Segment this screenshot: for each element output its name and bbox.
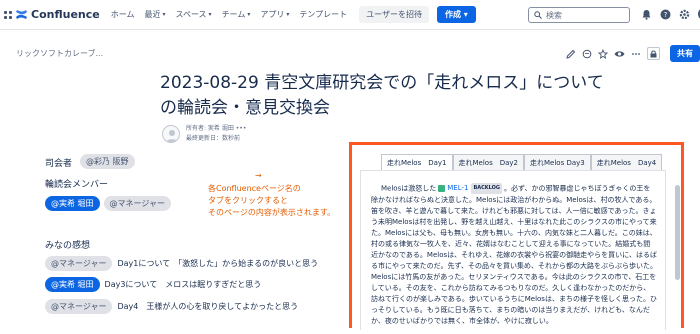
annotation-line: 各Confluenceページ名の xyxy=(208,184,301,193)
breadcrumb[interactable]: リックソフトカレーブ... xyxy=(16,48,103,59)
user-mention[interactable]: @マネージャー xyxy=(103,196,171,211)
tab-day3[interactable]: 走れMelos Day3 xyxy=(524,154,591,170)
nav-item-teams[interactable]: チーム ▾ xyxy=(222,9,251,20)
user-mention[interactable]: @マネージャー xyxy=(45,256,113,271)
tab-content: Melosは激怒した MEL-1 BACKLOG 。必ず、かの邪智暴虐じゃちぼうぎゃく… xyxy=(360,170,666,330)
nav-item-apps[interactable]: アプリ ▾ xyxy=(260,9,289,20)
byline: 所有者: 実希 堀田 ••• 最終更新日：数秒前 xyxy=(162,124,246,144)
search-placeholder: 検索 xyxy=(546,10,562,20)
watch-icon[interactable] xyxy=(614,49,625,59)
top-nav: Confluence ホーム 最近 ▾ スペース ▾ チーム ▾ アプリ ▾ テンプレー… xyxy=(0,0,700,30)
search-input[interactable]: 検索 xyxy=(528,7,630,23)
user-mention[interactable]: @実希 堀田 xyxy=(45,196,100,211)
list-item: @マネージャー Day4 王様が人の心を取り戻してよかったと思う xyxy=(45,299,298,314)
page-toolbar: 共有 xyxy=(566,45,700,62)
scrollbar-thumb[interactable] xyxy=(675,185,680,280)
list-item: @実希 堀田 Day3について メロスは眠りすぎだと思う xyxy=(45,277,261,292)
members-label: 輪読会メンバー xyxy=(45,180,109,190)
members-row: @実希 堀田 @マネージャー xyxy=(45,196,171,211)
create-button[interactable]: 作成 ▾ xyxy=(436,6,476,23)
page-tabs: 走れMelos Day1 走れMelos Day2 走れMelos Day3 走… xyxy=(381,154,663,170)
share-button[interactable]: 共有 xyxy=(670,45,700,62)
impressions-label: みなの感想 xyxy=(45,241,91,251)
annotation-line: タブをクリックすると xyxy=(208,196,288,205)
tab-content-text: Melosは激怒した MEL-1 BACKLOG 。必ず、かの邪智暴虐じゃちぼうぎゃく… xyxy=(371,183,657,327)
nav-item-home[interactable]: ホーム xyxy=(111,9,135,20)
user-mention[interactable]: @彩乃 阪野 xyxy=(80,154,135,169)
nav-item-label: チーム xyxy=(221,10,246,19)
more-icon[interactable] xyxy=(631,49,641,59)
logo-text: Confluence xyxy=(31,8,100,21)
page-title: 2023-08-29 青空文庫研究会での「走れメロス」についての輪読会・意見交換… xyxy=(160,73,604,118)
nav-icons: ? xyxy=(641,8,700,20)
nav-item-spaces[interactable]: スペース ▾ xyxy=(176,9,212,20)
more-icon[interactable]: ••• xyxy=(236,125,247,132)
status-badge: BACKLOG xyxy=(471,183,503,194)
chevron-down-icon: ▾ xyxy=(208,11,212,18)
bell-icon[interactable] xyxy=(641,9,652,20)
invite-users-button[interactable]: ユーザーを招待 xyxy=(359,6,429,23)
chevron-down-icon: ▾ xyxy=(463,10,468,19)
tab-day4[interactable]: 走れMelos Day4 xyxy=(590,154,663,170)
user-mention[interactable]: @マネージャー xyxy=(45,299,113,314)
edit-icon[interactable] xyxy=(566,49,576,59)
jira-icon xyxy=(438,185,446,192)
annotation-note: 各Confluenceページ名の タブをクリックすると そのページの内容が表示さ… xyxy=(208,183,335,219)
annotation-line: そのページの内容が表示されます。 xyxy=(208,208,336,217)
last-updated: 最終更新日：数秒前 xyxy=(186,135,241,142)
tab-day2[interactable]: 走れMelos Day2 xyxy=(452,154,524,170)
chevron-down-icon: ▾ xyxy=(286,11,290,18)
story-text-rest: 。必ず、かの邪智暴虐じゃちぼうぎゃくの王を除かなければならぬと決意した。Melo… xyxy=(371,184,657,325)
nav-menu: ホーム 最近 ▾ スペース ▾ チーム ▾ アプリ ▾ テンプレート xyxy=(111,9,357,20)
jira-key: MEL-1 xyxy=(447,184,469,192)
moderator-row: @彩乃 阪野 xyxy=(80,154,135,169)
annotation-arrow: → xyxy=(255,171,262,180)
create-label: 作成 xyxy=(444,10,461,19)
chevron-down-icon: ▾ xyxy=(162,11,166,18)
nav-item-label: スペース xyxy=(175,10,207,19)
grid-icon[interactable] xyxy=(4,10,12,19)
list-item: @マネージャー Day1について 「激怒した」から始まるのが良いと思う xyxy=(45,256,318,271)
user-mention[interactable]: @実希 堀田 xyxy=(45,277,100,292)
search-icon xyxy=(534,11,542,19)
confluence-logo-icon xyxy=(16,10,27,19)
owner-label[interactable]: 所有者: 実希 堀田 xyxy=(186,125,234,132)
jira-issue-link[interactable]: MEL-1 BACKLOG xyxy=(438,183,503,194)
nav-item-templates[interactable]: テンプレート xyxy=(299,9,347,20)
restrict-icon[interactable] xyxy=(647,47,660,60)
nav-item-label: テンプレート xyxy=(299,10,348,19)
comment-icon[interactable] xyxy=(582,49,592,59)
impression-text: Day3について メロスは眠りすぎだと思う xyxy=(104,280,262,289)
nav-item-label: アプリ xyxy=(260,10,285,19)
tab-day1[interactable]: 走れMelos Day1 xyxy=(381,154,453,170)
scrollbar[interactable] xyxy=(675,185,680,325)
nav-item-label: 最近 xyxy=(144,10,161,19)
settings-icon[interactable] xyxy=(679,9,690,20)
svg-text:?: ? xyxy=(664,11,668,19)
help-icon[interactable]: ? xyxy=(660,9,671,20)
impression-text: Day4 王様が人の心を取り戻してよかったと思う xyxy=(117,302,299,311)
nav-item-recent[interactable]: 最近 ▾ xyxy=(144,9,165,20)
nav-item-label: ホーム xyxy=(110,10,135,19)
moderator-label: 司会者 xyxy=(45,159,73,169)
confluence-logo[interactable]: Confluence xyxy=(15,8,100,21)
avatar[interactable] xyxy=(162,125,180,143)
story-text-start: Melosは激怒した xyxy=(381,184,437,193)
chevron-down-icon: ▾ xyxy=(247,11,251,18)
impression-text: Day1について 「激怒した」から始まるのが良いと思う xyxy=(117,259,319,268)
star-icon[interactable] xyxy=(598,48,608,59)
